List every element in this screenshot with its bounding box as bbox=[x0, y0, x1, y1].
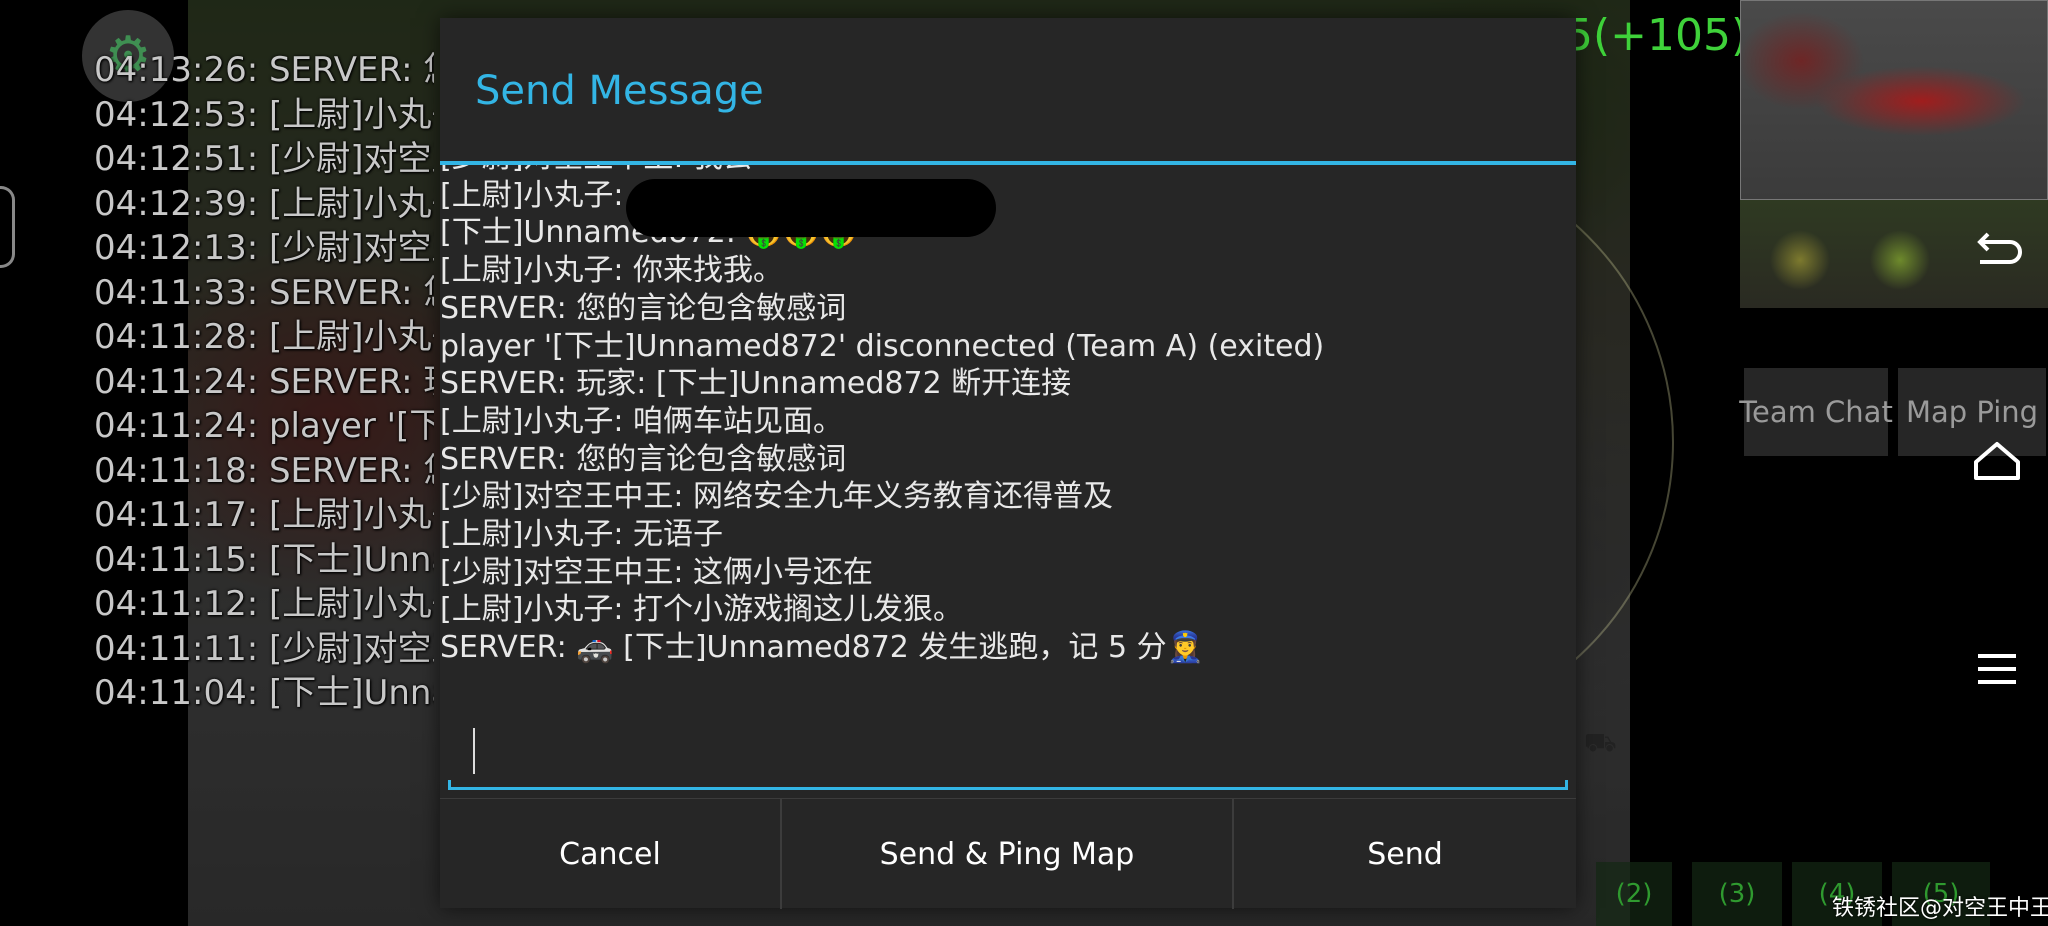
chat-log: 04:13:26: SERVER: 您 04:12:53: [上尉]小丸子 04… bbox=[94, 48, 434, 728]
message-line: [少尉]对空王中王: 这俩小号还在 bbox=[440, 554, 874, 590]
back-icon[interactable] bbox=[1970, 228, 2024, 282]
chat-log-line: 04:11:12: [上尉]小丸子 bbox=[94, 584, 434, 624]
dialog-title: Send Message bbox=[475, 68, 764, 114]
message-line: SERVER: 您的言论包含敏感词 bbox=[440, 441, 847, 477]
menu-icon[interactable] bbox=[1970, 642, 2024, 696]
chat-log-line: 04:11:17: [上尉]小丸子 bbox=[94, 495, 434, 535]
score-text: 5(+105) bbox=[1565, 10, 1749, 61]
cancel-button[interactable]: Cancel bbox=[440, 799, 782, 909]
send-button[interactable]: Send bbox=[1234, 799, 1576, 909]
chat-log-line: 04:12:13: [少尉]对空王 bbox=[94, 228, 434, 268]
chat-log-line: 04:12:51: [少尉]对空王 bbox=[94, 139, 434, 179]
message-line: SERVER: 玩家: [下士]Unnamed872 断开连接 bbox=[440, 366, 1072, 402]
message-line: [上尉]小丸子: 无语子 bbox=[440, 517, 724, 553]
send-message-dialog: Send Message [少尉]对空王中王: 我去 [上尉]小丸子: [下士]… bbox=[440, 18, 1576, 909]
message-line: [上尉]小丸子: 你来找我。 bbox=[440, 253, 784, 289]
message-input-text[interactable] bbox=[468, 730, 1528, 770]
dialog-button-bar: Cancel Send & Ping Map Send bbox=[440, 798, 1576, 909]
unit-slot-3[interactable]: (3) bbox=[1692, 862, 1782, 926]
unit-icon[interactable]: ⛟ bbox=[1584, 728, 1617, 762]
message-line: [少尉]对空王中王: 网络安全九年义务教育还得普及 bbox=[440, 479, 1114, 515]
side-drawer-tab-icon[interactable] bbox=[0, 186, 15, 268]
message-line: player '[下士]Unnamed872' disconnected (Te… bbox=[440, 328, 1325, 364]
send-and-ping-map-button[interactable]: Send & Ping Map bbox=[782, 799, 1234, 909]
message-line: SERVER: 您的言论包含敏感词 bbox=[440, 290, 847, 326]
home-icon[interactable] bbox=[1970, 436, 2024, 490]
chat-log-line: 04:11:04: [下士]Unna bbox=[94, 673, 434, 713]
chat-log-line: 04:11:24: player '[下 bbox=[94, 406, 434, 446]
message-line: [上尉]小丸子: 咱俩车站见面。 bbox=[440, 403, 844, 439]
input-underline bbox=[448, 780, 1568, 790]
watermark-text: 铁锈社区@对空王中王 bbox=[1832, 896, 2048, 921]
chat-log-line: 04:11:18: SERVER: 您 bbox=[94, 450, 434, 491]
team-chat-button[interactable]: Team Chat bbox=[1739, 368, 1893, 456]
chat-log-line: 04:13:26: SERVER: 您 bbox=[94, 50, 434, 90]
chat-log-line: 04:11:33: SERVER: 您 bbox=[94, 272, 434, 313]
unit-slot-2[interactable]: (2) bbox=[1596, 862, 1672, 926]
chat-log-line: 04:11:28: [上尉]小丸子 bbox=[94, 317, 434, 357]
minimap[interactable] bbox=[1740, 0, 2048, 200]
message-line: [少尉]对空王中王: 我去 bbox=[440, 165, 1324, 177]
chat-log-line: 04:11:11: [少尉]对空王 bbox=[94, 628, 434, 669]
chat-log-line: 04:12:53: [上尉]小丸子 bbox=[94, 94, 434, 135]
message-line: SERVER: 🚓 [下士]Unnamed872 发生逃跑，记 5 分👮‍♀️ bbox=[440, 630, 1204, 666]
chat-log-line: 04:11:24: SERVER: 玩 bbox=[94, 361, 434, 402]
chat-log-line: 04:12:39: [上尉]小丸子 bbox=[94, 183, 434, 224]
chat-log-line: 04:11:15: [下士]Unna bbox=[94, 539, 434, 580]
message-line: [上尉]小丸子: 打个小游戏搁这儿发狠。 bbox=[440, 592, 964, 628]
message-input[interactable] bbox=[448, 718, 1568, 790]
redaction-mark bbox=[626, 179, 996, 237]
message-history[interactable]: [少尉]对空王中王: 我去 [上尉]小丸子: [下士]Unnamed872: 🤑… bbox=[440, 165, 1576, 695]
text-caret bbox=[473, 728, 475, 774]
